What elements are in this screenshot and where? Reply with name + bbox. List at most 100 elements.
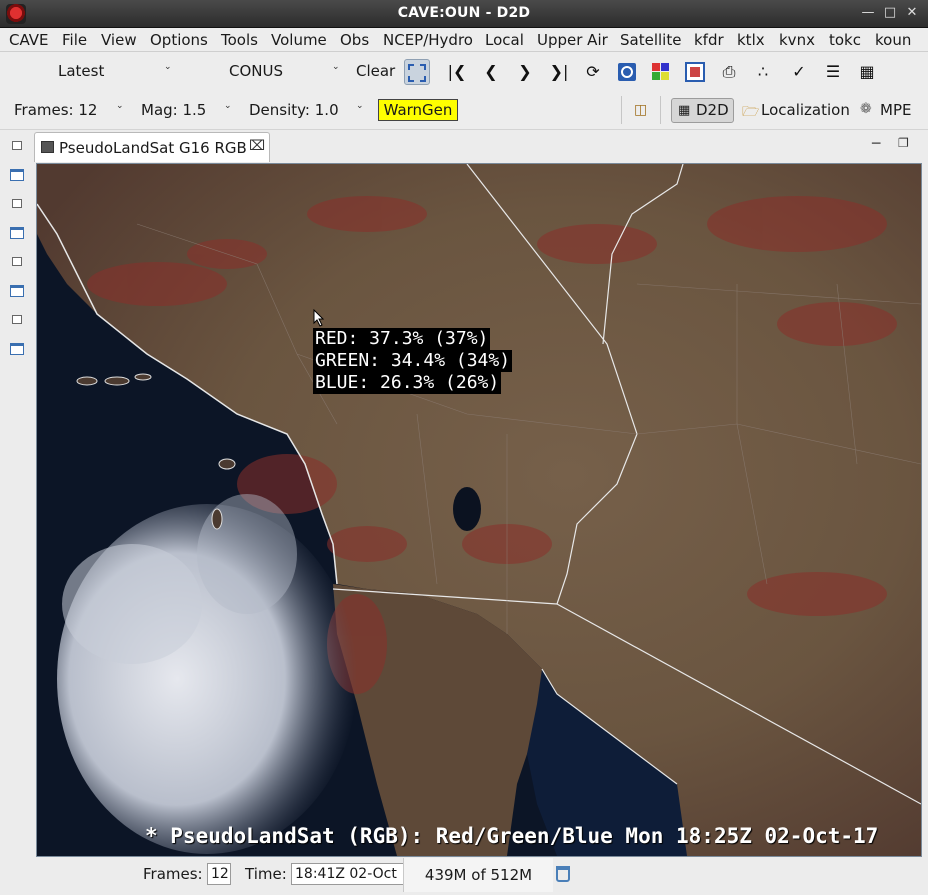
- view-window-icon[interactable]: [10, 169, 24, 181]
- toolbar-separator: [621, 96, 622, 124]
- menu-ncep-hydro[interactable]: NCEP/Hydro: [383, 31, 473, 49]
- readout-red: RED: 37.3% (37%): [313, 328, 491, 350]
- skip-first-icon: |❮: [447, 62, 467, 81]
- maximize-editor-button[interactable]: ❐: [898, 136, 909, 150]
- window-titlebar: CAVE:OUN - D2D — □ ✕: [0, 0, 928, 28]
- editor-tab-bar: PseudoLandSat G16 RGB ⌧ ─ ❐: [34, 132, 922, 162]
- color-legend-button[interactable]: [648, 59, 674, 85]
- main-toolbar: Latest ⌄ CONUS ⌄ Clear |❮ ❮ ❯ ❯| ⟳ ⎙ ∴ ✓…: [0, 52, 928, 90]
- product-legend: * PseudoLandSat (RGB): Red/Green/Blue Mo…: [145, 824, 879, 848]
- perspective-localization-button[interactable]: Localization: [761, 101, 850, 119]
- minimize-window-button[interactable]: —: [860, 5, 876, 21]
- chevron-left-icon: ❮: [484, 62, 498, 81]
- maximize-window-button[interactable]: □: [882, 5, 898, 21]
- menu-kfdr[interactable]: kfdr: [694, 31, 724, 49]
- density-combo[interactable]: Density: 1.0: [249, 101, 339, 119]
- trash-icon[interactable]: [556, 866, 570, 882]
- panel-layout-button[interactable]: ▦: [854, 59, 880, 85]
- skip-last-icon: ❯|: [549, 62, 569, 81]
- menu-local[interactable]: Local: [485, 31, 524, 49]
- chevron-down-icon[interactable]: ⌄: [116, 101, 124, 111]
- menu-ktlx[interactable]: ktlx: [737, 31, 765, 49]
- menu-volume[interactable]: Volume: [271, 31, 327, 49]
- minimize-editor-button[interactable]: ─: [872, 136, 880, 152]
- zoom-extent-button[interactable]: [404, 59, 430, 85]
- close-window-button[interactable]: ✕: [904, 5, 920, 21]
- menu-cave[interactable]: CAVE: [9, 31, 49, 49]
- d2d-icon: ▦: [678, 103, 691, 118]
- status-bar: Frames: 12 Time: 18:41Z 02-Oct 439M of 5…: [0, 858, 928, 895]
- chevron-down-icon[interactable]: ⌄: [332, 62, 340, 72]
- tab-pseudolandsat[interactable]: PseudoLandSat G16 RGB ⌧: [34, 132, 270, 162]
- tab-label: PseudoLandSat G16 RGB: [59, 139, 247, 157]
- magnification-combo[interactable]: Mag: 1.5: [141, 101, 206, 119]
- window-title: CAVE:OUN - D2D: [397, 5, 531, 21]
- salton-sea: [453, 487, 481, 531]
- menu-view[interactable]: View: [101, 31, 137, 49]
- dots-icon: ∴: [757, 62, 769, 81]
- first-frame-button[interactable]: |❮: [444, 59, 470, 85]
- memory-usage: 439M of 512M: [403, 858, 553, 892]
- menu-upper-air[interactable]: Upper Air: [537, 31, 608, 49]
- close-icon[interactable]: ⌧: [249, 138, 265, 154]
- fullscreen-icon: [408, 64, 426, 82]
- view-window-icon[interactable]: [10, 285, 24, 297]
- mouse-cursor-icon: [313, 309, 325, 327]
- drawing-button[interactable]: ✓: [786, 59, 812, 85]
- frames-combo[interactable]: Frames: 12: [14, 101, 97, 119]
- printer-icon: ⎙: [722, 62, 736, 81]
- restore-view-icon[interactable]: [12, 257, 22, 266]
- menu-file[interactable]: File: [62, 31, 87, 49]
- menu-koun[interactable]: koun: [875, 31, 911, 49]
- loop-button[interactable]: ⟳: [580, 59, 606, 85]
- last-frame-button[interactable]: ❯|: [546, 59, 572, 85]
- map-editor-icon: [41, 141, 54, 153]
- loop-icon: ⟳: [586, 62, 600, 81]
- points-button[interactable]: ∴: [750, 59, 776, 85]
- menu-obs[interactable]: Obs: [340, 31, 369, 49]
- minimized-views-strip: [0, 131, 34, 861]
- status-time-label: Time:: [245, 865, 287, 883]
- image-properties-button[interactable]: [682, 59, 708, 85]
- refresh-icon: [618, 63, 636, 81]
- clear-button[interactable]: Clear: [356, 62, 395, 80]
- warngen-button[interactable]: WarnGen: [378, 99, 458, 121]
- restore-view-icon[interactable]: [12, 199, 22, 208]
- status-frames-label: Frames:: [143, 865, 203, 883]
- status-time-value: 18:41Z 02-Oct: [291, 863, 405, 885]
- menu-bar: CAVE File View Options Tools Volume Obs …: [0, 28, 928, 52]
- menu-tokc[interactable]: tokc: [829, 31, 861, 49]
- map-display[interactable]: RED: 37.3% (37%) GREEN: 34.4% (34%) BLUE…: [36, 163, 922, 857]
- satellite-image: [37, 164, 921, 856]
- readout-green: GREEN: 34.4% (34%): [313, 350, 513, 372]
- restore-view-icon[interactable]: [12, 315, 22, 324]
- readout-blue: BLUE: 26.3% (26%): [313, 372, 502, 394]
- legend-mode-button[interactable]: ☰: [820, 59, 846, 85]
- mpe-icon: ❁: [860, 101, 872, 117]
- chevron-down-icon[interactable]: ⌄: [356, 101, 364, 111]
- menu-tools[interactable]: Tools: [221, 31, 258, 49]
- perspective-d2d-button[interactable]: ▦ D2D: [671, 98, 734, 123]
- perspective-mpe-button[interactable]: MPE: [880, 101, 911, 119]
- folder-icon: 🗁: [742, 104, 760, 120]
- menu-kvnx[interactable]: kvnx: [779, 31, 815, 49]
- view-window-icon[interactable]: [10, 343, 24, 355]
- view-window-icon[interactable]: [10, 227, 24, 239]
- restore-view-icon[interactable]: [12, 141, 22, 150]
- menu-options[interactable]: Options: [150, 31, 208, 49]
- menu-satellite[interactable]: Satellite: [620, 31, 681, 49]
- previous-frame-button[interactable]: ❮: [478, 59, 504, 85]
- refresh-button[interactable]: [614, 59, 640, 85]
- print-button[interactable]: ⎙: [716, 59, 742, 85]
- next-frame-button[interactable]: ❯: [512, 59, 538, 85]
- time-match-combo[interactable]: Latest: [58, 62, 104, 80]
- scale-combo[interactable]: CONUS: [229, 62, 283, 80]
- secondary-toolbar: Frames: 12 ⌄ Mag: 1.5 ⌄ Density: 1.0 ⌄ W…: [0, 90, 928, 130]
- list-icon: ☰: [825, 62, 841, 81]
- chevron-down-icon[interactable]: ⌄: [224, 101, 232, 111]
- colormap-icon: [652, 63, 669, 80]
- open-perspective-icon[interactable]: ◫: [634, 102, 647, 118]
- grid-icon: ▦: [859, 62, 875, 81]
- toolbar-separator: [660, 96, 661, 124]
- chevron-down-icon[interactable]: ⌄: [164, 62, 172, 72]
